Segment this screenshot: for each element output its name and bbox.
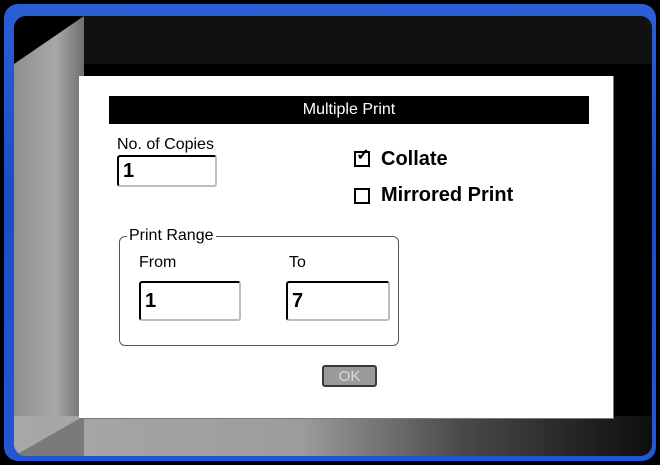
bezel-corner-bottom (14, 416, 84, 456)
to-label: To (289, 254, 306, 271)
collate-checkbox[interactable]: ✓ (354, 147, 370, 167)
copies-field[interactable]: 1 (117, 155, 217, 187)
to-field[interactable]: 7 (286, 281, 390, 321)
ok-button[interactable]: OK (322, 365, 377, 387)
bezel-left (14, 16, 84, 456)
dialog-title: Multiple Print (109, 96, 589, 124)
device-frame: Multiple Print No. of Copies 1 ✓ Collate… (0, 0, 660, 465)
bezel-bottom (14, 416, 652, 456)
mirrored-print-label: Mirrored Print (381, 184, 514, 206)
copies-label: No. of Copies (117, 136, 214, 153)
mirrored-print-checkbox[interactable] (354, 188, 370, 204)
from-field[interactable]: 1 (139, 281, 241, 321)
bezel-top (14, 16, 652, 64)
screen-border: Multiple Print No. of Copies 1 ✓ Collate… (4, 4, 656, 461)
collate-label: Collate (381, 148, 448, 170)
screen: Multiple Print No. of Copies 1 ✓ Collate… (14, 16, 652, 456)
bezel-corner-top (14, 16, 84, 64)
from-label: From (139, 254, 177, 271)
multiple-print-dialog: Multiple Print No. of Copies 1 ✓ Collate… (79, 76, 614, 419)
print-range-legend: Print Range (127, 227, 216, 245)
check-icon: ✓ (356, 147, 370, 164)
